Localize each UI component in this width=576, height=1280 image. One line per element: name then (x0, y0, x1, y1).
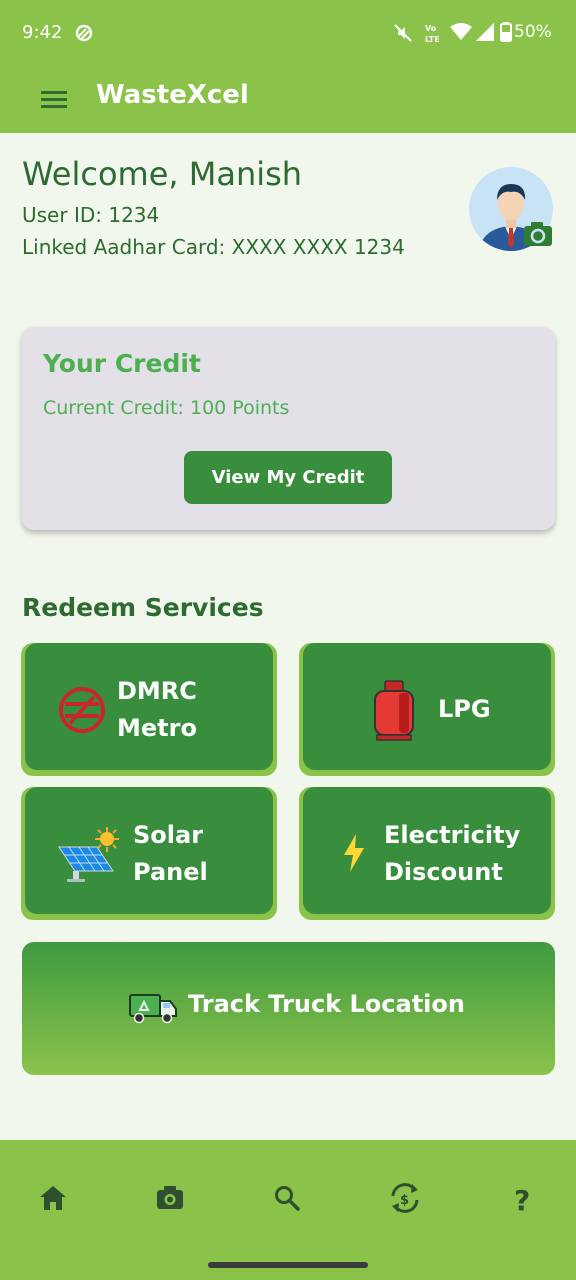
home-icon (40, 1186, 66, 1210)
menu-button[interactable] (34, 79, 74, 119)
tile-solar-line2: Panel (133, 858, 208, 886)
avatar[interactable] (468, 166, 556, 254)
track-truck-button[interactable]: Track Truck Location (22, 942, 555, 1075)
svg-text:Vo: Vo (425, 24, 437, 33)
tile-electricity-line1: Electricity (384, 821, 521, 849)
recycling-truck-icon (129, 994, 177, 1024)
tile-solar-line1: Solar (133, 821, 204, 849)
lightning-icon (344, 834, 364, 872)
status-time: 9:42 (22, 22, 63, 43)
redeem-services-title: Redeem Services (22, 593, 264, 622)
help-icon: ? (514, 1184, 530, 1217)
svg-text:LTE: LTE (425, 35, 440, 44)
svg-text:?: ? (514, 1184, 530, 1217)
nav-home[interactable] (33, 1178, 73, 1218)
user-id-text: User ID: 1234 (22, 203, 160, 227)
track-truck-label: Track Truck Location (188, 990, 465, 1018)
aadhar-text: Linked Aadhar Card: XXXX XXXX 1234 (22, 235, 405, 259)
nav-help[interactable]: ? (502, 1178, 542, 1218)
tile-electricity-discount[interactable]: Electricity Discount (299, 787, 555, 920)
credit-card: Your Credit Current Credit: 100 Points V… (22, 327, 555, 530)
tile-electricity-line2: Discount (384, 858, 503, 886)
sync-icon (75, 24, 93, 42)
svg-text:$: $ (400, 1193, 409, 1208)
welcome-heading: Welcome, Manish (22, 155, 303, 193)
status-bar: 9:42 Vo LTE 50% (0, 0, 576, 66)
signal-icon (476, 23, 494, 41)
tile-lpg[interactable]: LPG (299, 643, 555, 776)
battery-icon (500, 22, 512, 42)
tile-solar-panel[interactable]: Solar Panel (21, 787, 277, 920)
wifi-icon (450, 23, 472, 40)
avatar-with-camera-icon (469, 167, 553, 251)
credit-title: Your Credit (43, 349, 201, 378)
hamburger-icon (41, 91, 67, 108)
nav-exchange[interactable]: $ (385, 1178, 425, 1218)
search-icon (275, 1186, 300, 1211)
tile-lpg-inner (303, 643, 551, 770)
home-indicator (208, 1262, 368, 1268)
tile-dmrc-line2: Metro (117, 714, 197, 742)
currency-exchange-icon: $ (391, 1183, 419, 1213)
tile-dmrc-line1: DMRC (117, 677, 197, 705)
tile-lpg-line1: LPG (438, 695, 491, 723)
nav-camera[interactable] (150, 1178, 190, 1218)
mute-icon (394, 24, 412, 42)
gas-cylinder-icon (374, 680, 414, 741)
camera-icon (157, 1186, 183, 1209)
volte-icon: Vo LTE (425, 24, 440, 44)
view-credit-button[interactable]: View My Credit (184, 451, 392, 504)
credit-value: Current Credit: 100 Points (43, 397, 290, 419)
app-bar: WasteXcel (0, 66, 576, 133)
nav-search[interactable] (267, 1178, 307, 1218)
tile-dmrc-metro[interactable]: DMRC Metro (21, 643, 277, 776)
battery-percent: 50% (514, 22, 552, 42)
bottom-nav: $ ? (0, 1140, 576, 1280)
app-title: WasteXcel (96, 80, 249, 110)
solar-panel-icon (58, 827, 119, 882)
metro-logo-icon (59, 687, 105, 733)
